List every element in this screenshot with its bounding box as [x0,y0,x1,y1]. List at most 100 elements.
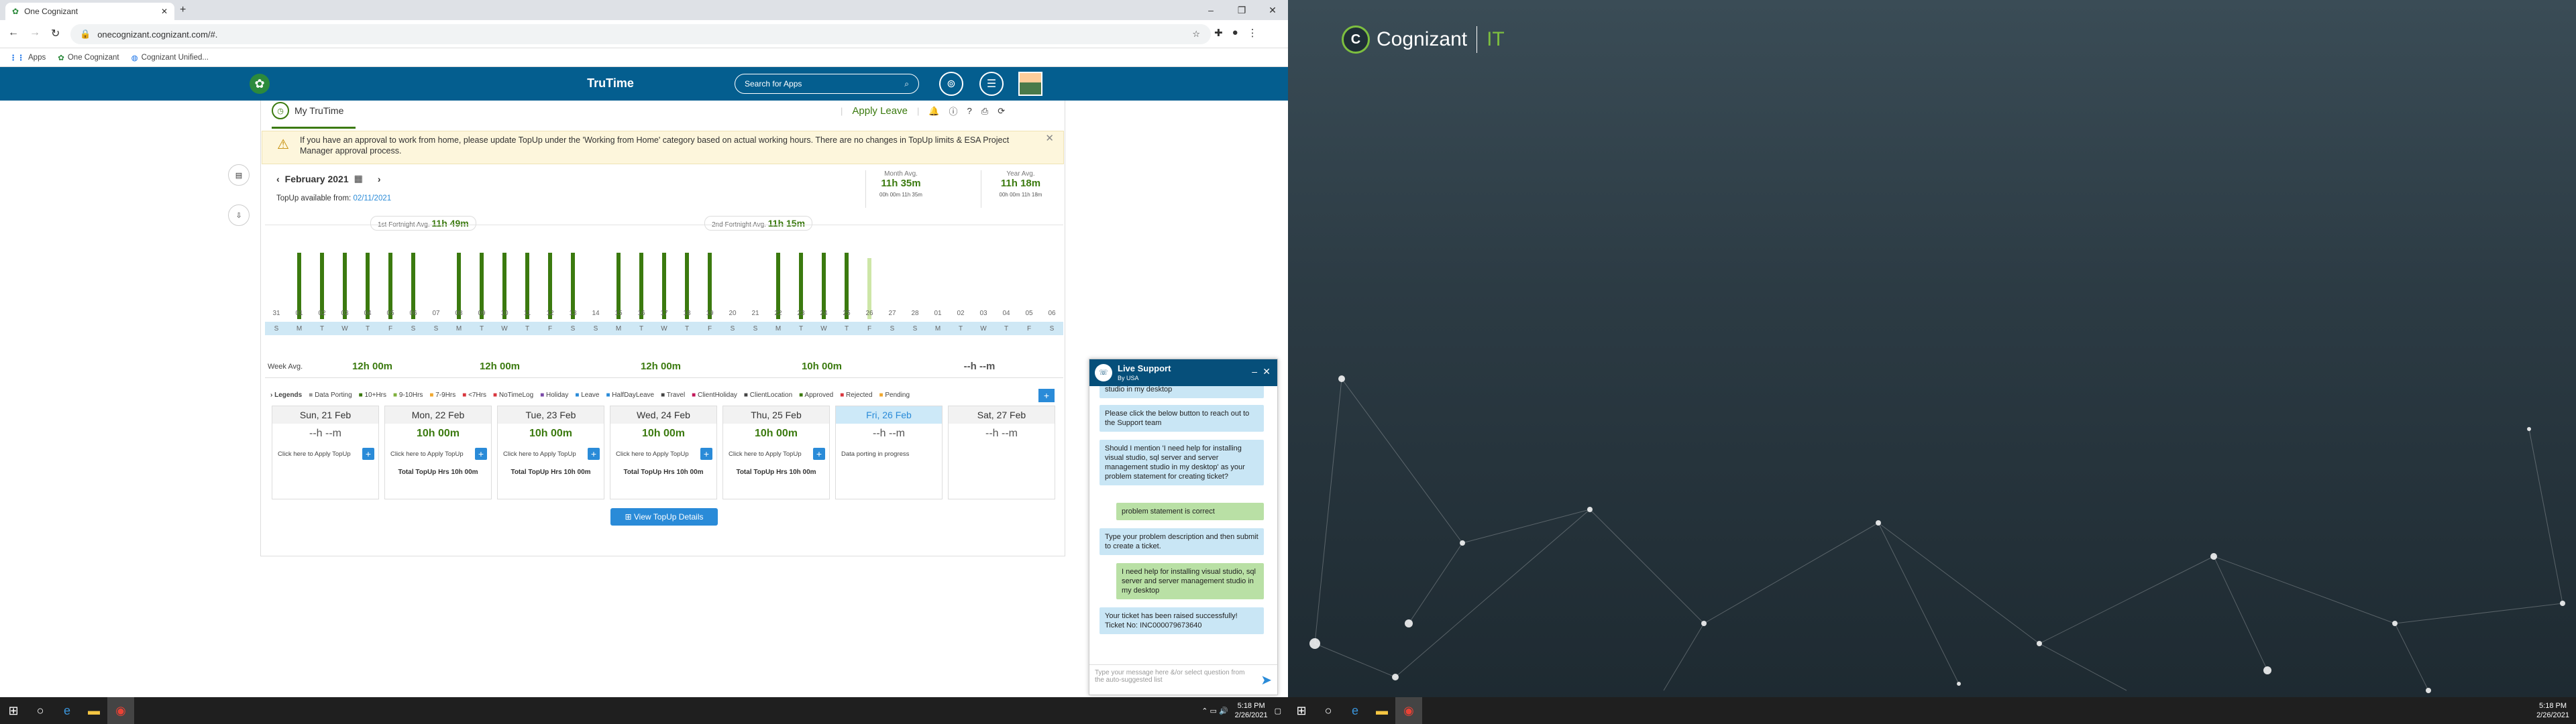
day-number[interactable]: 25 [835,310,858,320]
info-icon[interactable]: ⓘ [949,105,958,117]
legends-toggle[interactable]: › Legends [270,391,302,399]
tab-close-icon[interactable]: ✕ [161,7,168,16]
extensions-icon[interactable]: ✚ [1214,27,1223,39]
day-card-apply[interactable]: Click here to Apply TopUp [616,450,689,458]
day-number[interactable]: 08 [447,310,470,320]
day-card-apply[interactable]: Click here to Apply TopUp [729,450,802,458]
day-number[interactable]: 12 [539,310,561,320]
chat-close-icon[interactable]: ✕ [1263,366,1271,377]
chrome-icon[interactable]: ◉ [107,697,134,724]
windows-start-icon[interactable]: ⊞ [0,697,27,724]
expand-plus-button[interactable]: + [1038,389,1055,402]
reload-icon[interactable]: ↻ [51,27,60,40]
day-number[interactable]: 20 [721,310,744,320]
view-topup-details-button[interactable]: ⊞ View TopUp Details [610,508,718,526]
day-number[interactable]: 05 [379,310,402,320]
day-card[interactable]: Wed, 24 Feb 10h 00m Click here to Apply To… [610,406,717,499]
bookmark-apps[interactable]: ⋮⋮ Apps [9,53,46,62]
edge-icon[interactable]: e [54,697,80,724]
chat-input[interactable]: Type your message here &/or select quest… [1089,664,1277,695]
apps-icon[interactable]: ⊚ [939,72,963,96]
day-card[interactable]: Fri, 26 Feb --h --m Data porting in progre… [835,406,943,499]
new-tab-icon[interactable]: + [180,4,186,16]
day-number[interactable]: 01 [288,310,311,320]
back-icon[interactable]: ← [8,27,19,39]
file-explorer-icon[interactable]: ▬ [1368,697,1395,724]
add-topup-button[interactable]: + [588,448,600,460]
avatar[interactable] [1018,72,1042,96]
day-number[interactable]: 19 [698,310,721,320]
day-card-apply[interactable]: Click here to Apply TopUp [503,450,576,458]
clock[interactable]: 5:18 PM 2/26/2021 [1235,701,1268,720]
next-month-icon[interactable]: › [378,174,381,184]
day-number[interactable]: 27 [881,310,904,320]
help-icon[interactable]: ? [967,106,972,116]
day-number[interactable]: 17 [653,310,676,320]
day-number[interactable]: 05 [1018,310,1040,320]
day-card[interactable]: Mon, 22 Feb 10h 00m Click here to Apply To… [384,406,492,499]
day-number[interactable]: 21 [744,310,767,320]
day-number[interactable]: 02 [949,310,972,320]
bookmark-one-cognizant[interactable]: ✿ One Cognizant [58,53,119,62]
day-card[interactable]: Sat, 27 Feb --h --m [948,406,1055,499]
add-topup-button[interactable]: + [700,448,712,460]
day-number[interactable]: 28 [904,310,926,320]
notifications-icon[interactable]: ▢ [1275,707,1281,715]
prev-month-icon[interactable]: ‹ [276,174,280,184]
day-number[interactable]: 06 [1040,310,1063,320]
day-number[interactable]: 24 [812,310,835,320]
search-icon[interactable]: ○ [1315,697,1342,724]
day-number[interactable]: 14 [584,310,607,320]
address-bar[interactable]: 🔒 onecognizant.cognizant.com/#. ☆ [70,24,1211,44]
download-icon[interactable]: ⇩ [228,204,250,226]
file-explorer-icon[interactable]: ▬ [80,697,107,724]
day-number[interactable]: 26 [858,310,881,320]
day-number[interactable]: 07 [425,310,447,320]
day-number[interactable]: 18 [676,310,698,320]
cognizant-logo-icon[interactable]: ✿ [250,74,270,94]
profile-icon[interactable]: ● [1232,27,1238,39]
chat-minimize-icon[interactable]: – [1252,366,1257,377]
day-card-apply[interactable]: Click here to Apply TopUp [278,450,351,458]
add-topup-button[interactable]: + [813,448,825,460]
close-alert-icon[interactable]: ✕ [1045,133,1054,144]
clock[interactable]: 5:18 PM 2/26/2021 [2536,701,2576,720]
day-card-apply[interactable]: Click here to Apply TopUp [390,450,464,458]
restore-icon[interactable]: ❐ [1226,0,1257,20]
day-number[interactable]: 01 [926,310,949,320]
day-number[interactable]: 23 [790,310,812,320]
bell-icon[interactable]: 🔔 [928,106,939,117]
day-number[interactable]: 15 [607,310,630,320]
search-icon[interactable]: ○ [27,697,54,724]
windows-start-icon[interactable]: ⊞ [1288,697,1315,724]
day-number[interactable]: 10 [493,310,516,320]
apply-leave-link[interactable]: Apply Leave [852,105,908,117]
menu-icon[interactable]: ⋮ [1248,27,1258,39]
day-number[interactable]: 06 [402,310,425,320]
day-number[interactable]: 13 [561,310,584,320]
day-card-apply[interactable]: Data porting in progress [841,450,909,458]
forward-icon[interactable]: → [30,27,40,39]
day-number[interactable]: 09 [470,310,493,320]
day-number[interactable]: 04 [995,310,1018,320]
add-topup-button[interactable]: + [475,448,487,460]
bookmark-cognizant-unified[interactable]: ◍ Cognizant Unified... [131,53,209,62]
app-search-input[interactable]: Search for Apps ⌕ [735,74,919,94]
calendar-icon[interactable]: ▦ [354,173,363,184]
day-card[interactable]: Thu, 25 Feb 10h 00m Click here to Apply To… [722,406,830,499]
day-card[interactable]: Tue, 23 Feb 10h 00m Click here to Apply To… [497,406,604,499]
list-icon[interactable]: ☰ [979,72,1004,96]
print-icon[interactable]: ⎙ [981,106,988,117]
day-number[interactable]: 31 [265,310,288,320]
tray-icons[interactable]: ⌃ ▭ 🔊 [1201,707,1228,715]
day-number[interactable]: 03 [333,310,356,320]
chrome-icon[interactable]: ◉ [1395,697,1422,724]
refresh-icon[interactable]: ⟳ [998,106,1005,117]
search-icon[interactable]: ⌕ [904,79,909,89]
day-number[interactable]: 03 [972,310,995,320]
minimize-icon[interactable]: – [1195,0,1226,20]
close-window-icon[interactable]: ✕ [1257,0,1288,20]
day-number[interactable]: 16 [630,310,653,320]
browser-tab[interactable]: ✿ One Cognizant ✕ [5,3,174,20]
add-topup-button[interactable]: + [362,448,374,460]
